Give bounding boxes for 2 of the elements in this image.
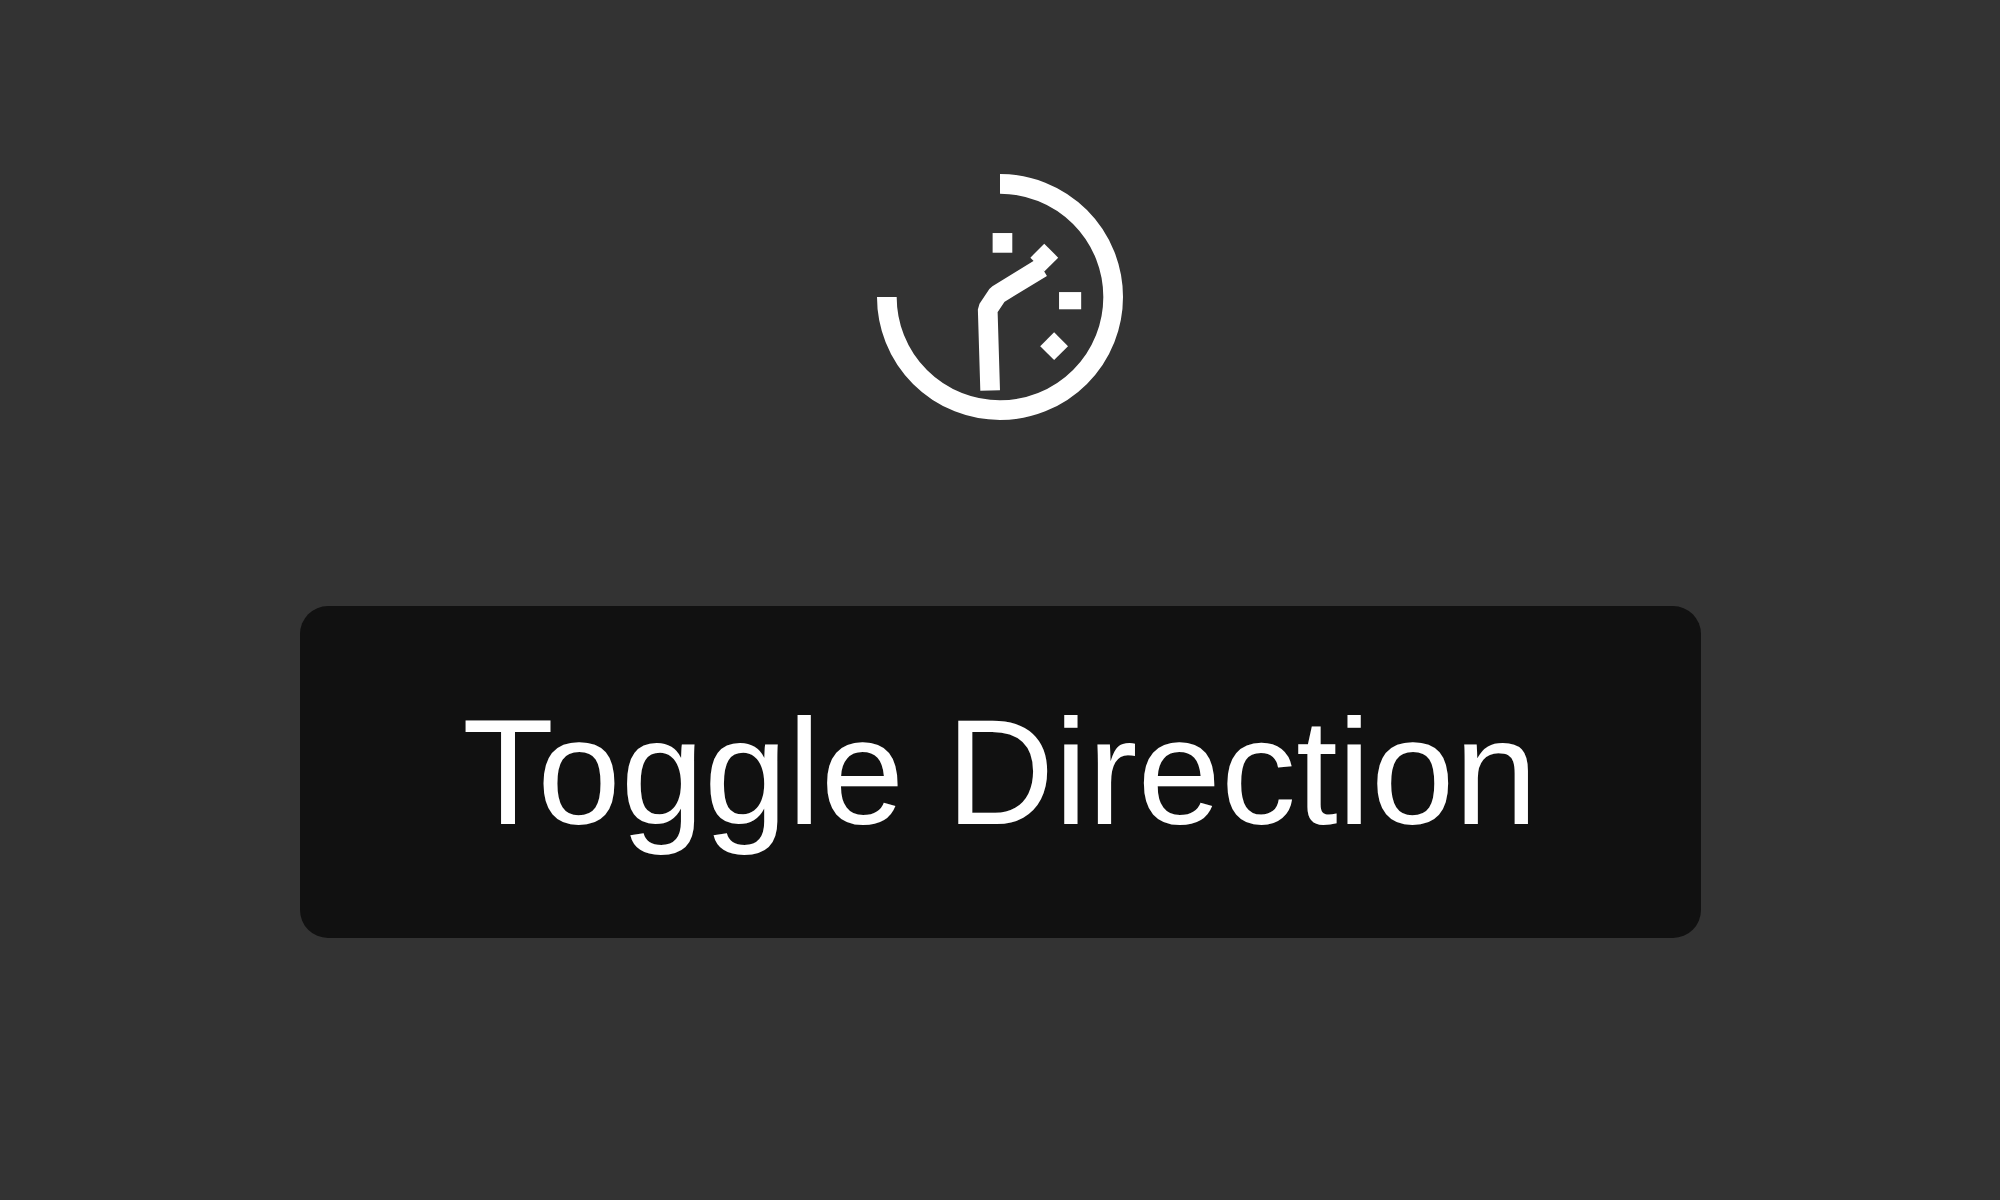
toggle-direction-button[interactable]: Toggle Direction xyxy=(299,606,1701,938)
timer-icon xyxy=(877,174,1123,420)
